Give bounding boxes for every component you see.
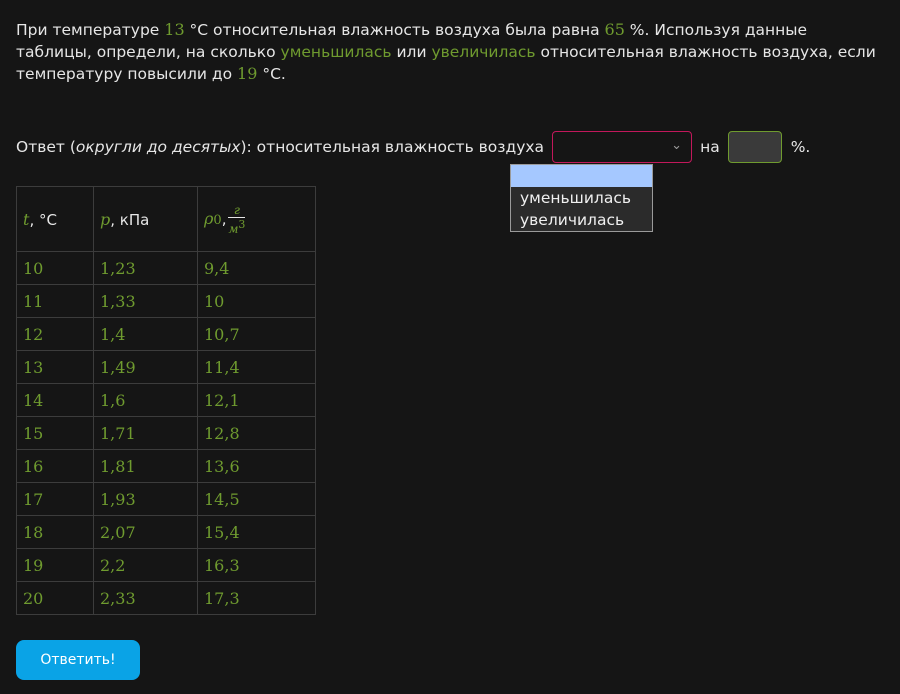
- cell-pressure: 1,6: [93, 383, 198, 417]
- dropdown-option-empty[interactable]: [511, 165, 652, 187]
- select-dropdown-list: уменьшилась увеличилась: [510, 164, 653, 232]
- cell-density: 10: [197, 284, 316, 318]
- chevron-down-icon: ⌄: [671, 138, 683, 153]
- temperature-unit: , °C: [29, 210, 57, 229]
- cell-pressure: 1,4: [93, 317, 198, 351]
- cell-pressure: 2,07: [93, 515, 198, 549]
- cell-pressure: 1,23: [93, 251, 198, 285]
- problem-text-part: °C относительная влажность воздуха была …: [184, 21, 605, 39]
- percent-label: %.: [790, 138, 811, 156]
- cell-density: 11,4: [197, 350, 316, 384]
- on-label: на: [700, 138, 720, 156]
- change-direction-select[interactable]: ⌄: [552, 131, 693, 163]
- cell-density: 9,4: [197, 251, 316, 285]
- problem-text-part: При температуре: [16, 21, 165, 39]
- cell-temperature: 17: [16, 482, 94, 516]
- table-row: 18 2,07 15,4: [16, 515, 316, 549]
- table-row: 20 2,33 17,3: [16, 581, 316, 615]
- cell-density: 16,3: [197, 548, 316, 582]
- table-row: 15 1,71 12,8: [16, 416, 316, 450]
- pressure-unit: , кПа: [110, 210, 150, 229]
- cell-density: 12,1: [197, 383, 316, 417]
- cell-pressure: 1,93: [93, 482, 198, 516]
- cell-density: 13,6: [197, 449, 316, 483]
- cell-pressure: 1,33: [93, 284, 198, 318]
- cell-temperature: 19: [16, 548, 94, 582]
- keyword-decreased: уменьшилась: [280, 43, 392, 61]
- unit-denominator: м3: [228, 218, 245, 236]
- cell-temperature: 13: [16, 350, 94, 384]
- table-row: 11 1,33 10: [16, 284, 316, 318]
- table-row: 13 1,49 11,4: [16, 350, 316, 384]
- initial-humidity: 65: [604, 20, 625, 39]
- table-row: 16 1,81 13,6: [16, 449, 316, 483]
- table-body: 10 1,23 9,4 11 1,33 10 12 1,4 10,7 13 1,49 11,4 14 1,…: [16, 251, 316, 615]
- problem-text: При температуре 13 °C относительная влаж…: [16, 19, 884, 85]
- cell-temperature: 18: [16, 515, 94, 549]
- cell-pressure: 1,81: [93, 449, 198, 483]
- table-row: 10 1,23 9,4: [16, 251, 316, 285]
- unit-numerator: г: [228, 203, 246, 218]
- cell-density: 14,5: [197, 482, 316, 516]
- final-temperature: 19: [237, 64, 258, 83]
- dropdown-option-increased[interactable]: увеличилась: [511, 209, 652, 231]
- table-row: 19 2,2 16,3: [16, 548, 316, 582]
- cell-temperature: 11: [16, 284, 94, 318]
- table-row: 12 1,4 10,7: [16, 317, 316, 351]
- cell-temperature: 12: [16, 317, 94, 351]
- density-symbol: ρ: [204, 208, 214, 228]
- density-unit-fraction: г м3: [228, 203, 246, 236]
- cell-temperature: 10: [16, 251, 94, 285]
- table-row: 14 1,6 12,1: [16, 383, 316, 417]
- humidity-change-input[interactable]: [727, 131, 782, 163]
- answer-prefix: Ответ (: [16, 138, 76, 156]
- problem-text-part: °C.: [257, 65, 286, 83]
- cell-temperature: 16: [16, 449, 94, 483]
- submit-button[interactable]: Ответить!: [16, 640, 140, 680]
- answer-label: ): относительная влажность воздуха: [240, 138, 545, 156]
- problem-text-part: или: [391, 43, 432, 61]
- cell-pressure: 2,33: [93, 581, 198, 615]
- cell-pressure: 2,2: [93, 548, 198, 582]
- density-subscript: 0: [213, 212, 222, 228]
- answer-hint: округли до десятых: [75, 138, 241, 156]
- cell-density: 12,8: [197, 416, 316, 450]
- keyword-increased: увеличилась: [431, 43, 536, 61]
- unit-exponent: 3: [238, 217, 246, 231]
- header-density: ρ0, г м3: [197, 186, 316, 252]
- pressure-symbol: p: [100, 209, 111, 229]
- answer-row: Ответ (округли до десятых): относительна…: [16, 130, 810, 164]
- header-temperature: t, °C: [16, 186, 94, 252]
- dropdown-option-decreased[interactable]: уменьшилась: [511, 187, 652, 209]
- saturation-table: t, °C p, кПа ρ0, г м3 10 1,23 9,4 11 1,33 10 12 1…: [16, 186, 316, 615]
- cell-pressure: 1,49: [93, 350, 198, 384]
- table-header-row: t, °C p, кПа ρ0, г м3: [16, 186, 316, 252]
- initial-temperature: 13: [164, 20, 185, 39]
- cell-density: 17,3: [197, 581, 316, 615]
- cell-density: 10,7: [197, 317, 316, 351]
- cell-temperature: 14: [16, 383, 94, 417]
- cell-density: 15,4: [197, 515, 316, 549]
- cell-temperature: 20: [16, 581, 94, 615]
- cell-pressure: 1,71: [93, 416, 198, 450]
- cell-temperature: 15: [16, 416, 94, 450]
- density-comma: ,: [221, 209, 227, 228]
- header-pressure: p, кПа: [93, 186, 198, 252]
- table-row: 17 1,93 14,5: [16, 482, 316, 516]
- unit-denominator-base: м: [228, 221, 239, 236]
